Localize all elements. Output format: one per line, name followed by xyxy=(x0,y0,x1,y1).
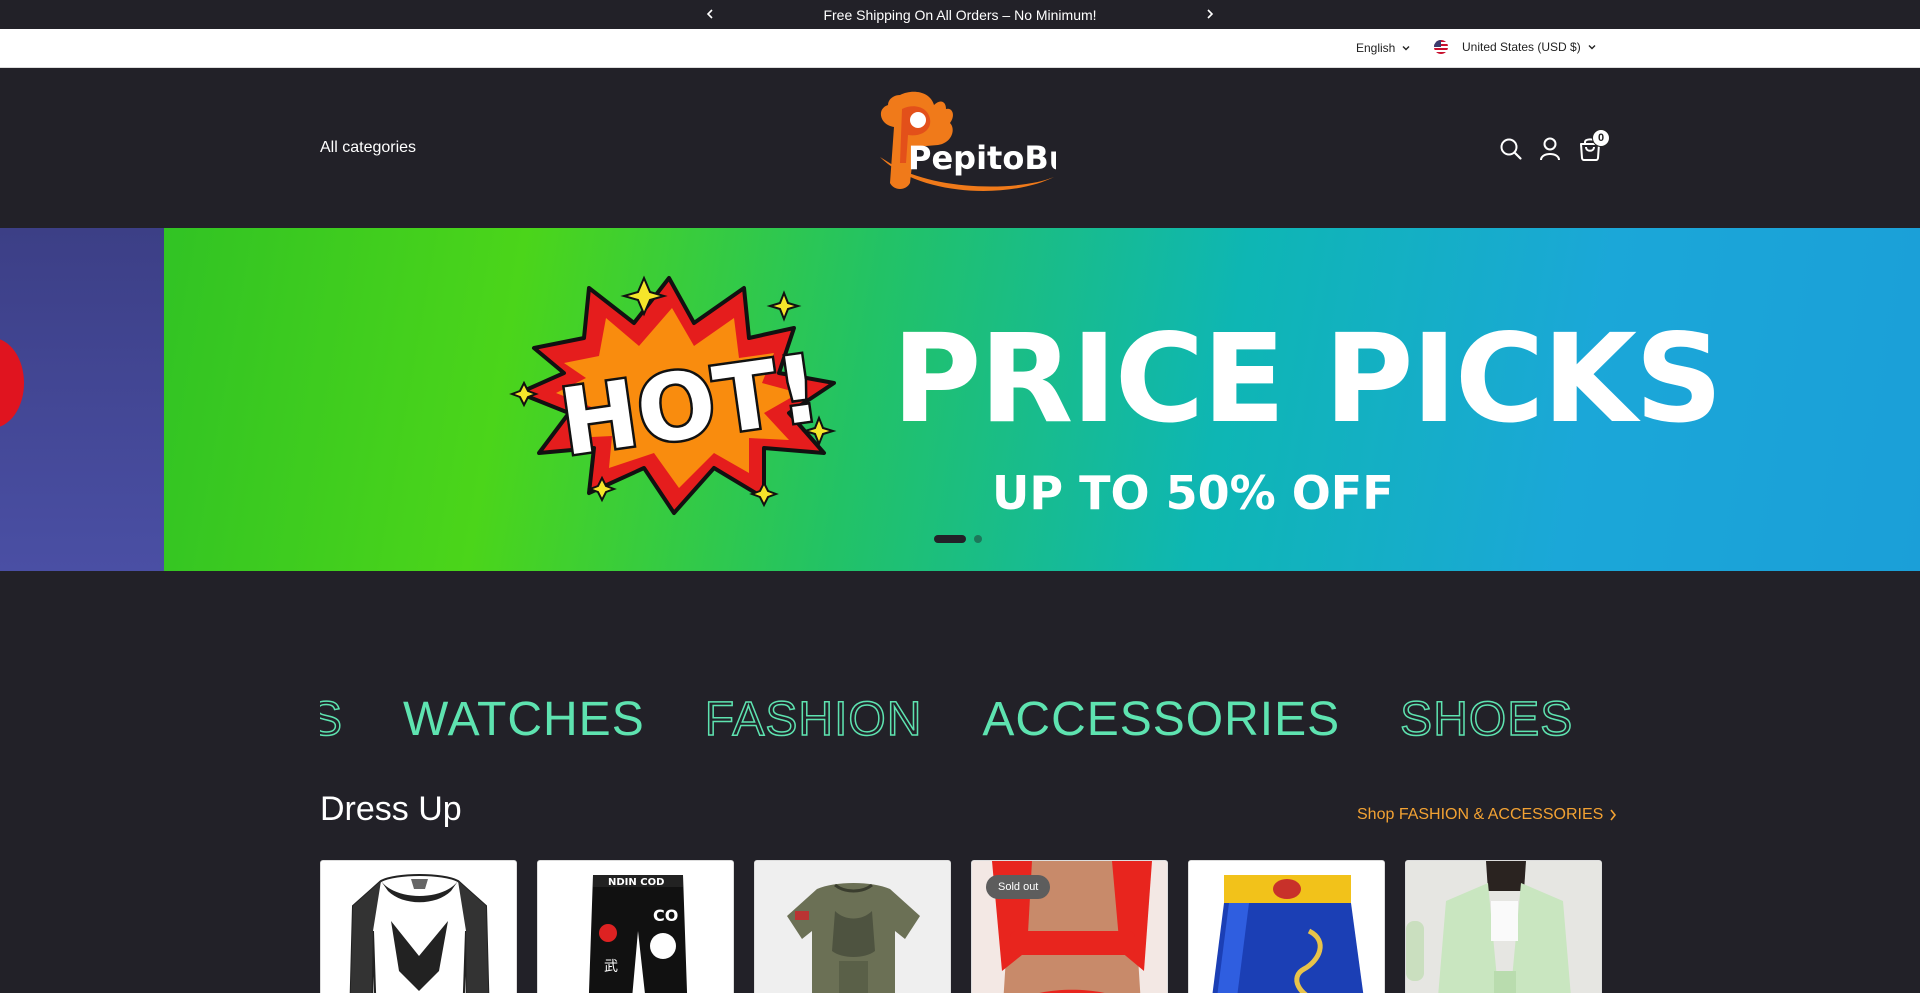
product-card[interactable] xyxy=(1188,860,1385,993)
site-header: All categories PepitoBuy 0 xyxy=(0,69,1920,228)
chevron-right-icon[interactable] xyxy=(1200,4,1220,24)
hero-subline: UP TO 50% OFF xyxy=(992,466,1394,520)
product-image-compression-pants: NDIN COD CO 武 xyxy=(538,861,733,993)
hero-headline: PRICE PICKS xyxy=(892,308,1723,450)
site-logo[interactable]: PepitoBuy xyxy=(860,87,1092,199)
chevron-left-icon[interactable] xyxy=(700,4,720,24)
svg-text:CO: CO xyxy=(653,906,678,925)
product-image-green-jacket xyxy=(1406,861,1601,993)
svg-text:NDIN COD: NDIN COD xyxy=(608,877,664,888)
chevron-right-icon xyxy=(1610,809,1617,821)
shop-collection-link-label: Shop FASHION & ACCESSORIES xyxy=(1357,806,1604,823)
sold-out-badge: Sold out xyxy=(986,875,1051,899)
marquee-item: FASHION xyxy=(704,692,923,747)
locale-bar: English United States (USD $) xyxy=(0,29,1920,68)
currency-label: United States (USD $) xyxy=(1462,40,1581,54)
chevron-down-icon xyxy=(1402,46,1410,51)
announcement-text[interactable]: Free Shipping On All Orders – No Minimum… xyxy=(823,7,1096,23)
cart-count-badge: 0 xyxy=(1592,129,1610,147)
cart-icon[interactable]: 0 xyxy=(1576,129,1610,163)
shop-collection-link[interactable]: Shop FASHION & ACCESSORIES xyxy=(1357,806,1617,824)
marquee-item: WATCHES xyxy=(403,693,645,746)
logo-text: PepitoBuy xyxy=(908,139,1056,177)
svg-text:武: 武 xyxy=(604,959,618,975)
announcement-bar: Free Shipping On All Orders – No Minimum… xyxy=(0,0,1920,29)
marquee-item: SHOES xyxy=(1399,692,1574,747)
product-image-boxing-shorts xyxy=(1189,861,1384,993)
product-card[interactable] xyxy=(754,860,951,993)
marquee-item: ACCESSORIES xyxy=(982,693,1341,746)
product-carousel: NDIN COD CO 武 Sold out xyxy=(320,860,1602,993)
account-icon[interactable] xyxy=(1536,135,1564,163)
us-flag-icon xyxy=(1434,40,1448,54)
product-image-compression-shirt xyxy=(321,861,516,993)
language-selector[interactable]: English xyxy=(1356,41,1411,55)
previous-slide-peek xyxy=(0,228,164,571)
hot-burst-graphic: HOT! xyxy=(509,275,837,515)
all-categories-menu[interactable]: All categories xyxy=(320,139,416,157)
chevron-down-icon xyxy=(1588,45,1596,50)
hero-slide[interactable]: HOT! PRICE PICKS UP TO 50% OFF xyxy=(164,228,1920,571)
slide-indicators xyxy=(934,535,982,543)
currency-selector[interactable]: United States (USD $) xyxy=(1434,40,1597,54)
hero-slideshow[interactable]: HOT! PRICE PICKS UP TO 50% OFF xyxy=(0,228,1920,571)
product-card[interactable] xyxy=(1405,860,1602,993)
marquee-item: SHOES xyxy=(320,692,344,747)
product-image-camo-shirt xyxy=(755,861,950,993)
section-title: Dress Up xyxy=(320,790,462,828)
product-card[interactable]: NDIN COD CO 武 xyxy=(537,860,734,993)
product-card[interactable]: Sold out xyxy=(971,860,1168,993)
category-marquee: SHOES WATCHES FASHION ACCESSORIES SHOES xyxy=(320,690,1600,750)
slide-dot-1[interactable] xyxy=(934,535,966,543)
search-icon[interactable] xyxy=(1497,135,1525,163)
language-label: English xyxy=(1356,41,1396,55)
product-card[interactable] xyxy=(320,860,517,993)
burst-shape xyxy=(0,338,24,428)
slide-dot-2[interactable] xyxy=(974,535,982,543)
